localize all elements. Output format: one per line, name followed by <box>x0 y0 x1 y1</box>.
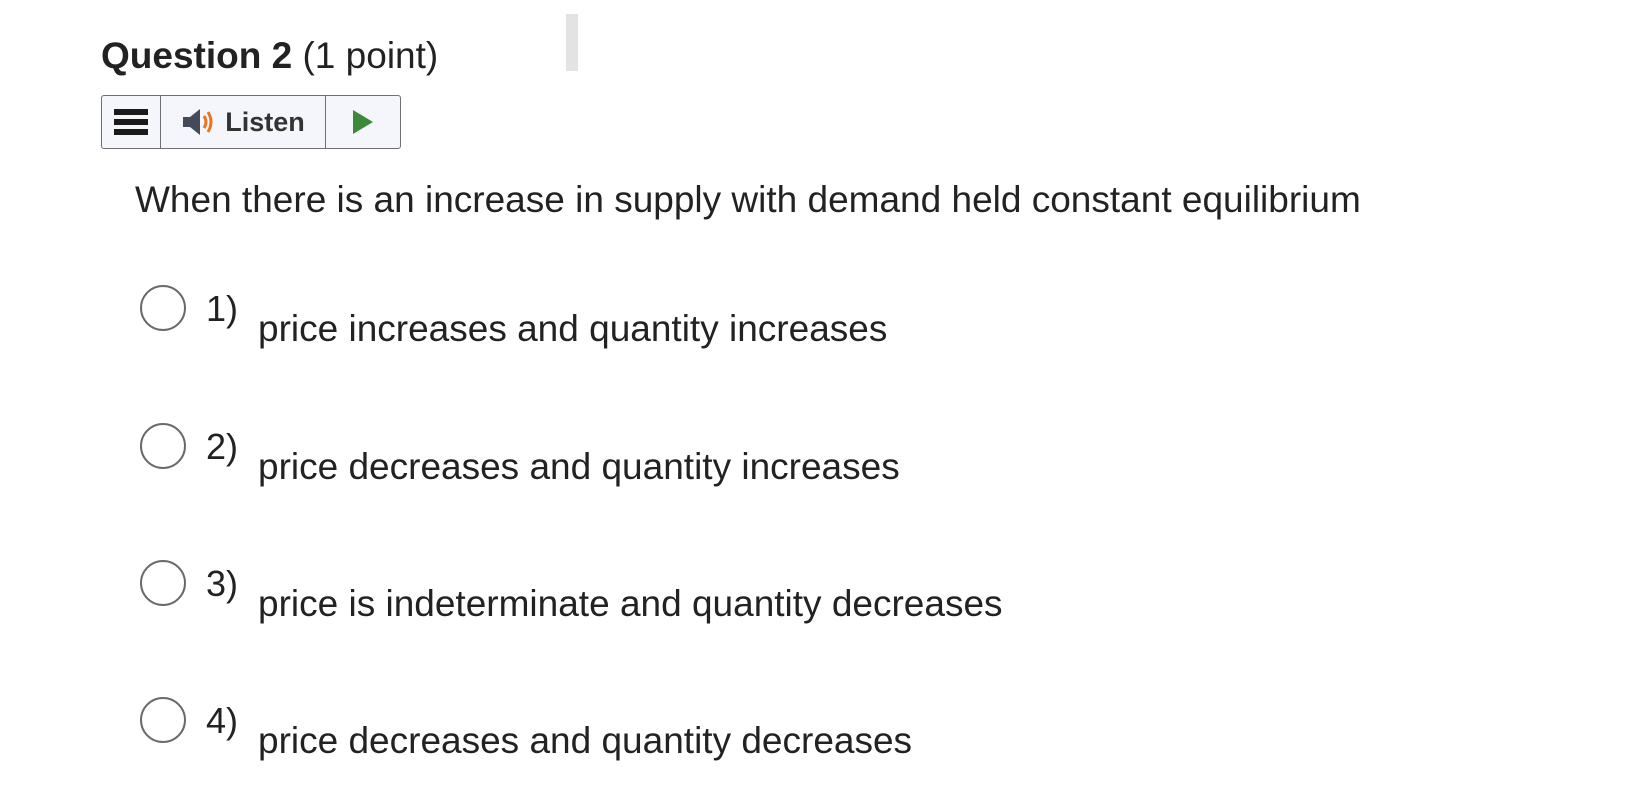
answer-option-2[interactable]: 2) price decreases and quantity increase… <box>140 423 1240 493</box>
play-icon <box>353 110 373 134</box>
radio-button[interactable] <box>140 285 186 331</box>
option-number: 4) <box>206 700 239 741</box>
option-text: price decreases and quantity decreases <box>258 720 913 761</box>
listen-button[interactable]: Listen <box>161 96 326 148</box>
question-header: Question 2 (1 point) <box>101 32 438 80</box>
option-number: 1) <box>206 288 239 329</box>
option-text: price decreases and quantity increases <box>258 446 900 487</box>
radio-button[interactable] <box>140 423 186 469</box>
question-points: (1 point) <box>302 35 439 76</box>
hamburger-menu-icon <box>114 109 148 135</box>
speaker-icon <box>183 109 213 135</box>
option-number: 3) <box>206 563 239 604</box>
answer-option-1[interactable]: 1) price increases and quantity increase… <box>140 285 1240 355</box>
question-title: Question 2 <box>101 35 293 76</box>
divider-bar <box>566 14 578 71</box>
listen-label: Listen <box>225 106 305 137</box>
answer-option-4[interactable]: 4) price decreases and quantity decrease… <box>140 697 1240 767</box>
read-aloud-toolbar: Listen <box>101 95 401 149</box>
option-text: price increases and quantity increases <box>258 308 888 349</box>
option-text: price is indeterminate and quantity decr… <box>258 583 1003 624</box>
toolbar-menu-button[interactable] <box>102 96 161 148</box>
play-button[interactable] <box>326 96 400 148</box>
question-text: When there is an increase in supply with… <box>135 179 1361 220</box>
radio-button[interactable] <box>140 697 186 743</box>
option-number: 2) <box>206 426 239 467</box>
answer-option-3[interactable]: 3) price is indeterminate and quantity d… <box>140 560 1240 630</box>
radio-button[interactable] <box>140 560 186 606</box>
